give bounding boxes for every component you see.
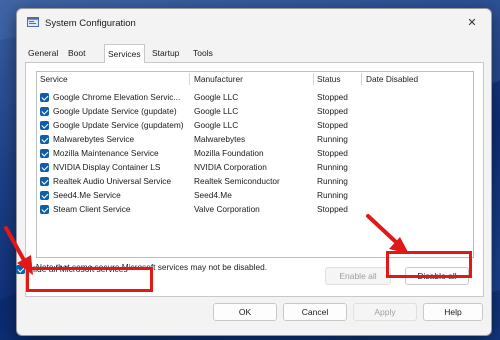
arrow-to-disable-all xyxy=(366,214,409,254)
annotation-arrows xyxy=(4,214,409,275)
tab-services[interactable]: Services xyxy=(104,44,145,63)
arrow-to-hide-microsoft xyxy=(4,226,33,275)
